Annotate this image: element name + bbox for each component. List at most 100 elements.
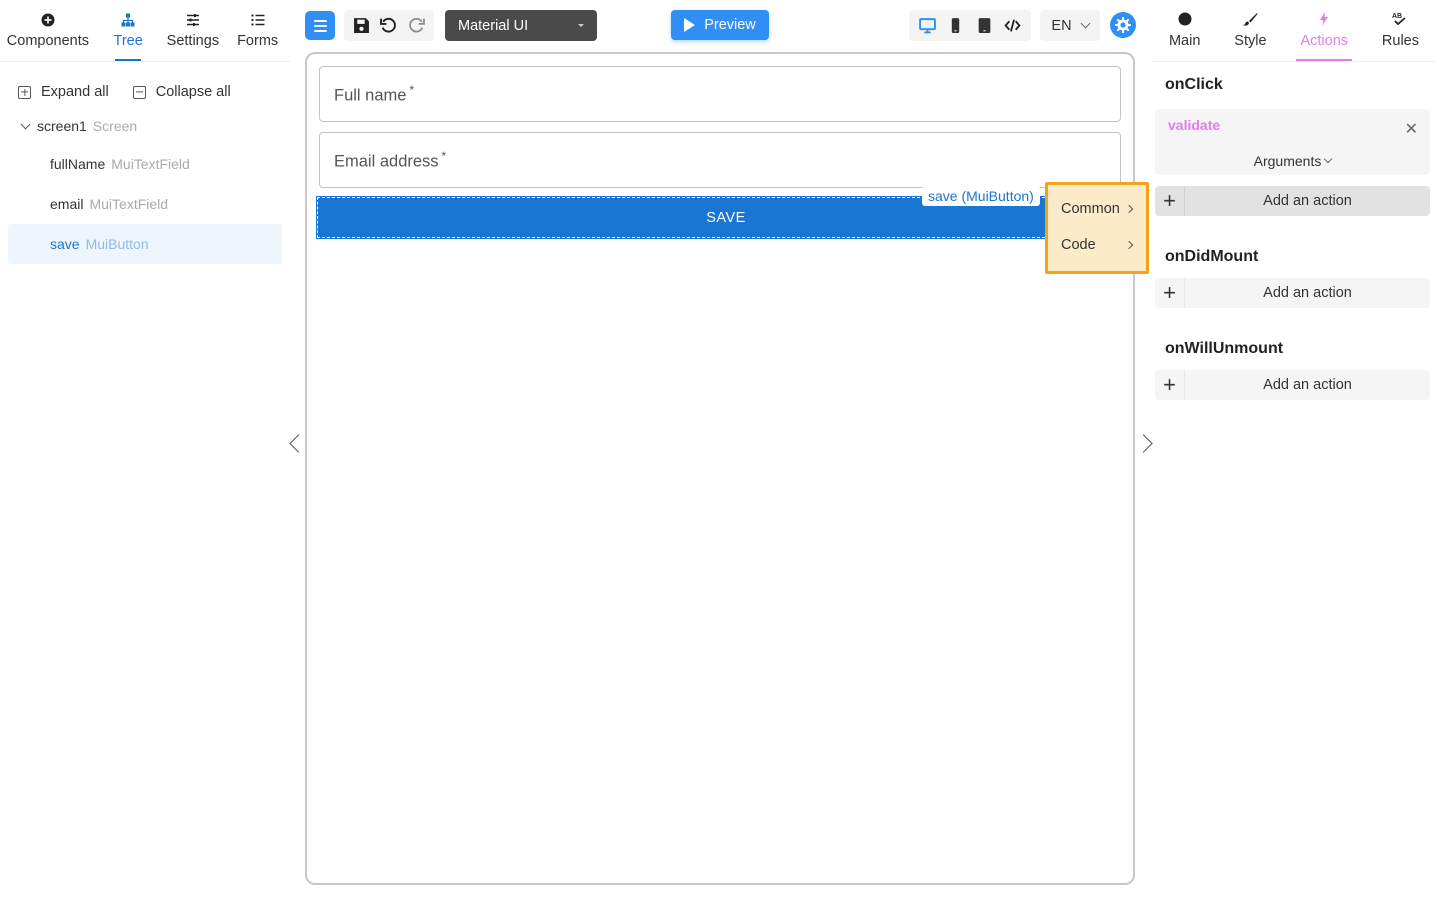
chevron-right-icon [1124, 204, 1134, 214]
mobile-icon[interactable] [947, 17, 964, 34]
play-icon [684, 18, 696, 32]
hamburger-icon-bar [313, 24, 327, 27]
ui-library-select[interactable]: Material UI [445, 10, 597, 41]
collapse-left-panel-icon[interactable] [288, 434, 302, 454]
tree-node-type: MuiButton [85, 236, 149, 252]
tab-components[interactable]: Components [0, 0, 96, 61]
tab-settings-label: Settings [166, 32, 220, 49]
tab-actions[interactable]: Actions [1296, 0, 1352, 61]
expand-all-button[interactable]: Expand all [18, 84, 109, 100]
tree-node-name: email [50, 196, 84, 212]
redo-icon[interactable] [408, 17, 425, 34]
design-canvas[interactable]: Full name * Email address * SAVE save (Mui… [305, 52, 1136, 885]
plus-icon: + [1155, 278, 1185, 308]
desktop-icon[interactable] [918, 17, 936, 34]
action-card-validate[interactable]: validate ✕ Arguments [1155, 109, 1430, 175]
tablet-icon[interactable] [976, 17, 993, 34]
tree-node-email[interactable]: email MuiTextField [8, 184, 282, 224]
required-mark: * [441, 149, 447, 163]
event-title-ondidmount: onDidMount [1165, 248, 1259, 265]
undo-icon[interactable] [380, 17, 397, 34]
device-toolbar [909, 10, 1031, 41]
email-field-label: Email address [334, 152, 439, 171]
tab-components-label: Components [6, 32, 89, 49]
add-action-button-ondidmount[interactable]: + Add an action [1155, 278, 1430, 308]
caret-down-icon [578, 24, 584, 27]
context-menu-item-common[interactable]: Common [1048, 191, 1146, 227]
chevron-down-icon [1324, 154, 1333, 164]
save-icon[interactable] [353, 17, 370, 34]
collapse-all-label: Collapse all [155, 84, 231, 100]
chevron-down-icon [1080, 18, 1091, 29]
expand-all-label: Expand all [41, 84, 109, 100]
preview-button[interactable]: Preview [671, 10, 769, 40]
arguments-label: Arguments [1253, 153, 1322, 169]
context-menu-item-code[interactable]: Code [1048, 227, 1146, 263]
tab-rules-label: Rules [1381, 33, 1419, 49]
action-name[interactable]: validate [1168, 117, 1220, 133]
preview-label: Preview [704, 17, 756, 33]
plus-circle-icon [41, 13, 55, 26]
component-tree: screen1 Screen fullName MuiTextField ema… [8, 108, 282, 264]
ui-library-value: Material UI [458, 17, 529, 34]
theme-settings-button[interactable] [1110, 12, 1136, 38]
tree-node-type: Screen [92, 118, 138, 134]
arguments-toggle[interactable]: Arguments [1155, 153, 1430, 169]
lightning-icon [1320, 12, 1329, 26]
tab-main-label: Main [1168, 33, 1201, 49]
tree-icon [121, 13, 135, 26]
circle-icon [1178, 12, 1192, 26]
tab-tree[interactable]: Tree [96, 0, 161, 61]
tab-forms[interactable]: Forms [225, 0, 290, 61]
add-action-label: Add an action [1263, 193, 1352, 209]
tab-forms-label: Forms [237, 32, 279, 49]
fullname-field[interactable]: Full name * [319, 66, 1121, 122]
add-action-button-onwillunmount[interactable]: + Add an action [1155, 370, 1430, 400]
menu-button[interactable] [305, 11, 335, 40]
gear-icon [1115, 17, 1131, 33]
right-panel-tabs: Main Style Actions AB Rules [1152, 0, 1436, 62]
tree-node-save[interactable]: save MuiButton [8, 224, 282, 264]
language-value: EN [1051, 17, 1072, 34]
tab-style-label: Style [1234, 33, 1267, 49]
context-menu: Common Code [1045, 182, 1149, 274]
add-action-button-onclick[interactable]: + Add an action [1155, 186, 1430, 216]
tab-tree-label: Tree [113, 32, 143, 49]
hamburger-icon-bar [313, 29, 327, 32]
tab-rules[interactable]: AB Rules [1378, 0, 1423, 61]
tab-style[interactable]: Style [1230, 0, 1270, 61]
selection-label[interactable]: save (MuiButton) [922, 186, 1040, 206]
code-icon[interactable] [1004, 17, 1021, 34]
chevron-down-icon[interactable] [20, 119, 31, 129]
required-mark: * [409, 83, 415, 97]
tree-node-name: save [50, 236, 80, 252]
context-menu-item-label: Common [1061, 201, 1120, 217]
svg-text:AB: AB [1392, 13, 1402, 20]
tree-node-type: MuiTextField [111, 156, 190, 172]
plus-icon: + [1155, 186, 1185, 216]
tree-node-screen1[interactable]: screen1 Screen [8, 108, 282, 144]
brush-icon [1242, 13, 1258, 26]
sliders-icon [186, 13, 199, 26]
hamburger-icon-bar [313, 19, 327, 22]
email-field[interactable]: Email address * [319, 132, 1121, 188]
close-icon[interactable]: ✕ [1405, 119, 1418, 139]
tree-node-type: MuiTextField [89, 196, 169, 212]
left-panel-tabs: Components Tree Settings Forms [0, 0, 290, 62]
language-select[interactable]: EN [1040, 10, 1100, 41]
event-title-onclick: onClick [1165, 76, 1223, 93]
collapse-right-panel-icon[interactable] [1141, 434, 1155, 454]
plus-icon: + [1155, 370, 1185, 400]
tab-main[interactable]: Main [1165, 0, 1204, 61]
context-menu-item-label: Code [1061, 237, 1096, 253]
chevron-right-icon [1124, 240, 1134, 250]
tree-actions: Expand all Collapse all [18, 84, 231, 100]
fullname-field-label: Full name [334, 86, 407, 105]
tree-node-fullname[interactable]: fullName MuiTextField [8, 144, 282, 184]
rules-icon: AB [1392, 13, 1407, 26]
add-action-label: Add an action [1263, 285, 1352, 301]
collapse-all-button[interactable]: Collapse all [132, 84, 231, 100]
tab-settings[interactable]: Settings [161, 0, 226, 61]
plus-square-icon [18, 85, 31, 99]
tab-actions-label: Actions [1300, 33, 1349, 49]
